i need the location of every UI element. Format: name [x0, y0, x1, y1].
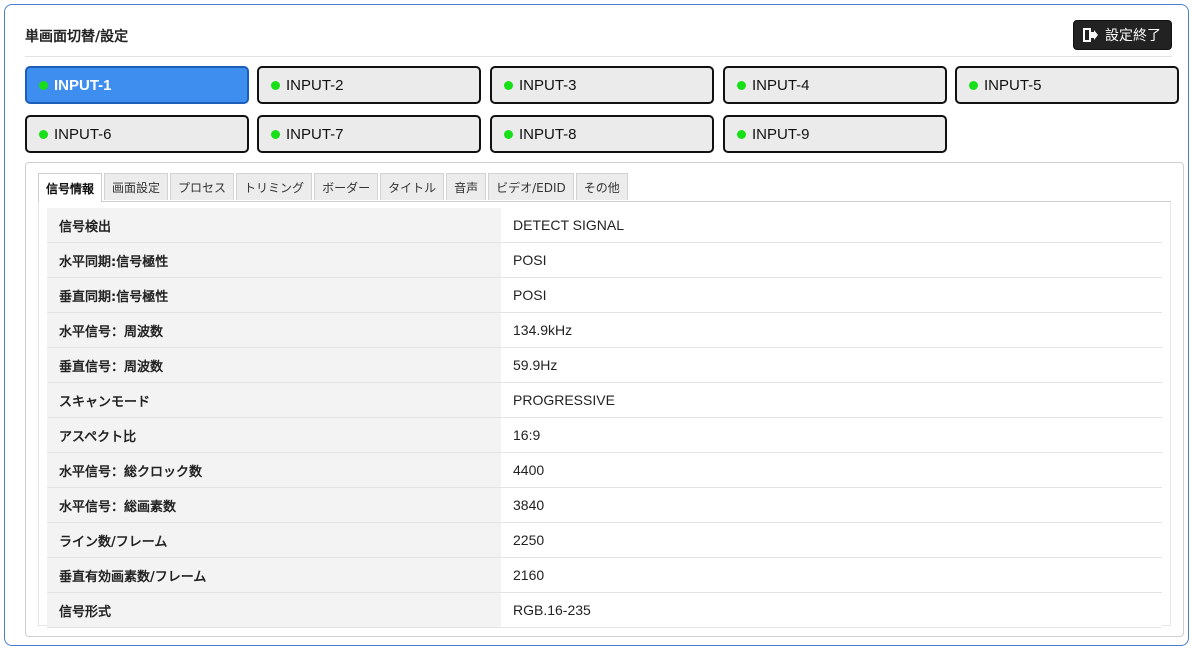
row-key: 垂直同期:信号極性 — [47, 277, 501, 313]
input-3-button[interactable]: INPUT-3 — [490, 66, 714, 104]
signal-status-icon — [737, 129, 746, 139]
input-label: INPUT-9 — [752, 125, 810, 143]
settings-panel: 単画面切替/設定 設定終了 INPUT-1 INPUT-2 INPUT-3 IN… — [4, 4, 1189, 646]
tab-process[interactable]: プロセス — [170, 173, 235, 200]
tab-screen-settings[interactable]: 画面設定 — [104, 173, 169, 200]
signal-status-icon — [969, 80, 978, 90]
row-value: 59.9Hz — [501, 347, 1162, 383]
table-row: 垂直信号：周波数 59.9Hz — [47, 347, 1162, 383]
row-value: 4400 — [501, 452, 1162, 488]
row-key: 水平信号：周波数 — [47, 312, 501, 348]
table-row: 水平信号：総クロック数 4400 — [47, 452, 1162, 488]
input-2-button[interactable]: INPUT-2 — [257, 66, 481, 104]
row-key: ライン数/フレーム — [47, 522, 501, 558]
input-label: INPUT-1 — [54, 76, 112, 94]
input-9-button[interactable]: INPUT-9 — [723, 115, 947, 153]
table-row: ライン数/フレーム 2250 — [47, 522, 1162, 558]
row-value: RGB.16-235 — [501, 592, 1162, 628]
exit-settings-label: 設定終了 — [1105, 28, 1161, 44]
row-value: PROGRESSIVE — [501, 382, 1162, 418]
row-key: 水平同期:信号極性 — [47, 242, 501, 278]
signal-status-icon — [271, 80, 280, 90]
tab-video-edid[interactable]: ビデオ/EDID — [488, 173, 574, 200]
row-value: POSI — [501, 242, 1162, 278]
signal-status-icon — [39, 129, 48, 139]
input-label: INPUT-5 — [984, 76, 1042, 94]
row-value: 3840 — [501, 487, 1162, 523]
table-row: 信号検出 DETECT SIGNAL — [47, 208, 1162, 243]
row-value: 2250 — [501, 522, 1162, 558]
input-label: INPUT-7 — [286, 125, 344, 143]
input-4-button[interactable]: INPUT-4 — [723, 66, 947, 104]
page-title: 単画面切替/設定 — [25, 29, 129, 45]
tab-signal-info[interactable]: 信号情報 — [38, 173, 103, 202]
panel-header: 単画面切替/設定 設定終了 — [25, 20, 1172, 57]
settings-tabs-panel: 信号情報 画面設定 プロセス トリミング ボーダー タイトル 音声 ビデオ/ED… — [25, 162, 1184, 637]
tab-bar: 信号情報 画面設定 プロセス トリミング ボーダー タイトル 音声 ビデオ/ED… — [38, 173, 1171, 202]
input-label: INPUT-4 — [752, 76, 810, 94]
input-label: INPUT-2 — [286, 76, 344, 94]
table-row: アスペクト比 16:9 — [47, 417, 1162, 453]
tab-border[interactable]: ボーダー — [314, 173, 379, 200]
row-key: 水平信号：総クロック数 — [47, 452, 501, 488]
row-value: 2160 — [501, 557, 1162, 593]
table-row: 水平信号：総画素数 3840 — [47, 487, 1162, 523]
table-row: 信号形式 RGB.16-235 — [47, 592, 1162, 628]
signal-status-icon — [737, 80, 746, 90]
input-7-button[interactable]: INPUT-7 — [257, 115, 481, 153]
table-row: 水平信号：周波数 134.9kHz — [47, 312, 1162, 348]
row-key: アスペクト比 — [47, 417, 501, 453]
input-label: INPUT-3 — [519, 76, 577, 94]
tab-trimming[interactable]: トリミング — [236, 173, 313, 200]
table-row: スキャンモード PROGRESSIVE — [47, 382, 1162, 418]
row-key: スキャンモード — [47, 382, 501, 418]
signal-status-icon — [271, 129, 280, 139]
exit-icon — [1082, 27, 1098, 43]
tab-other[interactable]: その他 — [575, 173, 628, 200]
row-value: 134.9kHz — [501, 312, 1162, 348]
input-6-button[interactable]: INPUT-6 — [25, 115, 249, 153]
input-label: INPUT-8 — [519, 125, 577, 143]
row-value: POSI — [501, 277, 1162, 313]
input-label: INPUT-6 — [54, 125, 112, 143]
tab-title[interactable]: タイトル — [380, 173, 445, 200]
table-row: 垂直有効画素数/フレーム 2160 — [47, 557, 1162, 593]
signal-status-icon — [504, 80, 513, 90]
signal-status-icon — [39, 80, 48, 90]
table-row: 垂直同期:信号極性 POSI — [47, 277, 1162, 313]
row-key: 垂直信号：周波数 — [47, 347, 501, 383]
signal-info-content: 信号検出 DETECT SIGNAL 水平同期:信号極性 POSI 垂直同期:信… — [38, 202, 1171, 628]
tab-audio[interactable]: 音声 — [446, 173, 487, 200]
input-1-button[interactable]: INPUT-1 — [25, 66, 249, 104]
signal-info-table: 信号検出 DETECT SIGNAL 水平同期:信号極性 POSI 垂直同期:信… — [47, 208, 1162, 628]
row-key: 信号形式 — [47, 592, 501, 628]
row-value: DETECT SIGNAL — [501, 208, 1162, 243]
exit-settings-button[interactable]: 設定終了 — [1073, 20, 1172, 50]
input-8-button[interactable]: INPUT-8 — [490, 115, 714, 153]
signal-status-icon — [504, 129, 513, 139]
table-row: 水平同期:信号極性 POSI — [47, 242, 1162, 278]
input-5-button[interactable]: INPUT-5 — [955, 66, 1179, 104]
row-value: 16:9 — [501, 417, 1162, 453]
row-key: 信号検出 — [47, 208, 501, 243]
row-key: 垂直有効画素数/フレーム — [47, 557, 501, 593]
row-key: 水平信号：総画素数 — [47, 487, 501, 523]
